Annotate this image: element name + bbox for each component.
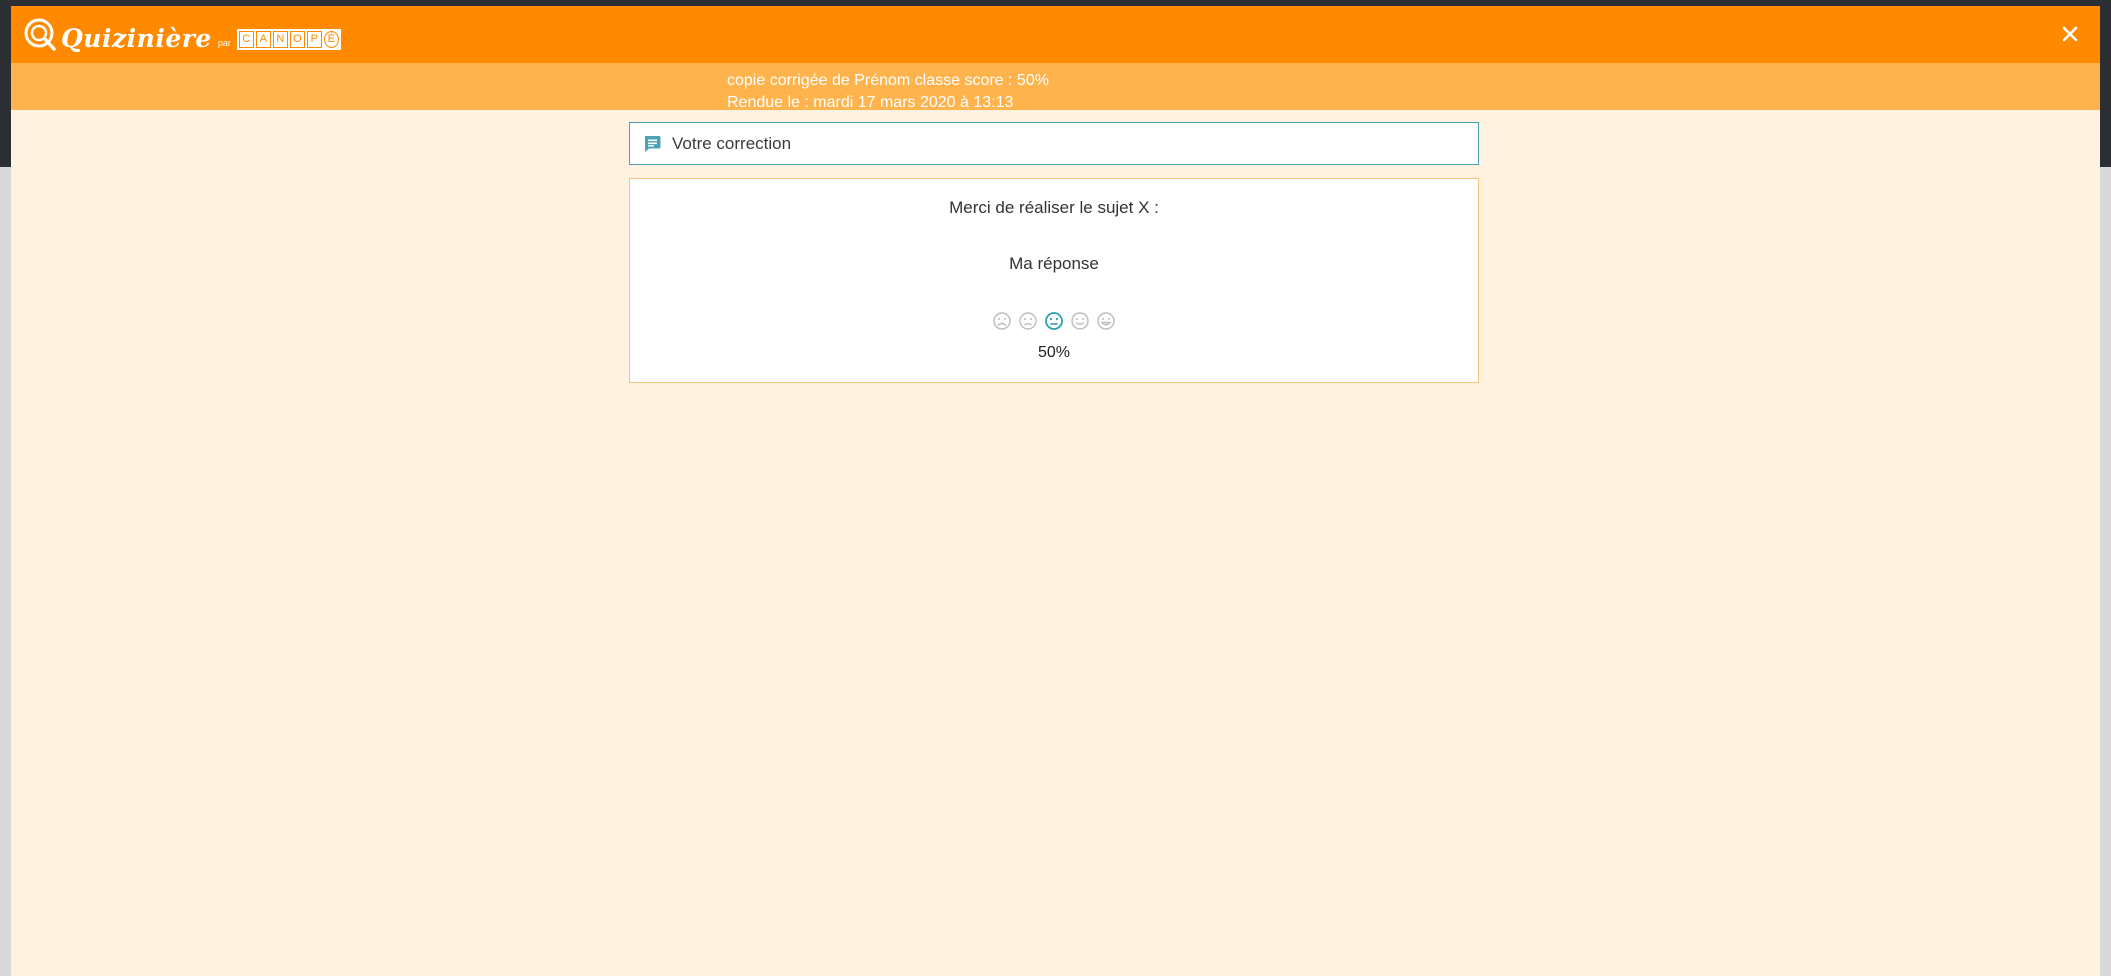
logo-wordmark: Quizinière <box>61 23 212 53</box>
quiziniere-q-icon <box>24 18 56 51</box>
sad-face-icon <box>1019 312 1037 330</box>
comment-icon <box>645 135 661 152</box>
assignment-card: Merci de réaliser le sujet X : Ma répons… <box>629 178 1479 383</box>
assignment-instruction: Merci de réaliser le sujet X : <box>949 198 1159 217</box>
submission-info-bar: copie corrigée de Prénom classe score : … <box>11 63 2100 111</box>
correction-panel[interactable]: Votre correction <box>629 122 1479 165</box>
canope-letter: A <box>255 30 271 48</box>
neutral-face-icon <box>1045 312 1063 330</box>
canope-letter: P <box>306 30 322 48</box>
top-bar: Quizinière par C A N O P É <box>11 6 2100 63</box>
close-icon[interactable] <box>2056 20 2084 48</box>
happy-face-icon <box>1071 312 1089 330</box>
app-window: Quizinière par C A N O P É copie corrigé… <box>11 6 2100 976</box>
student-answer: Ma réponse <box>1009 254 1099 273</box>
rating-faces <box>630 311 1478 331</box>
logo-par-text: par <box>217 38 231 48</box>
canope-letter: N <box>272 30 288 48</box>
quiziniere-logo: Quizinière par C A N O P É <box>23 15 341 55</box>
canope-letter: O <box>289 30 305 48</box>
correction-label: Votre correction <box>672 133 792 153</box>
score-label: 50% <box>1037 344 1071 361</box>
canope-letter: É <box>323 30 339 48</box>
very-happy-face-icon <box>1097 312 1115 330</box>
canope-letter: C <box>238 30 254 48</box>
canope-logo: C A N O P É <box>236 28 341 50</box>
submission-info: copie corrigée de Prénom classe score : … <box>727 70 1049 114</box>
very-sad-face-icon <box>993 312 1011 330</box>
submission-date: Rendue le : mardi 17 mars 2020 à 13:13 <box>727 94 1014 111</box>
submission-title: copie corrigée de Prénom classe score : … <box>727 72 1049 89</box>
